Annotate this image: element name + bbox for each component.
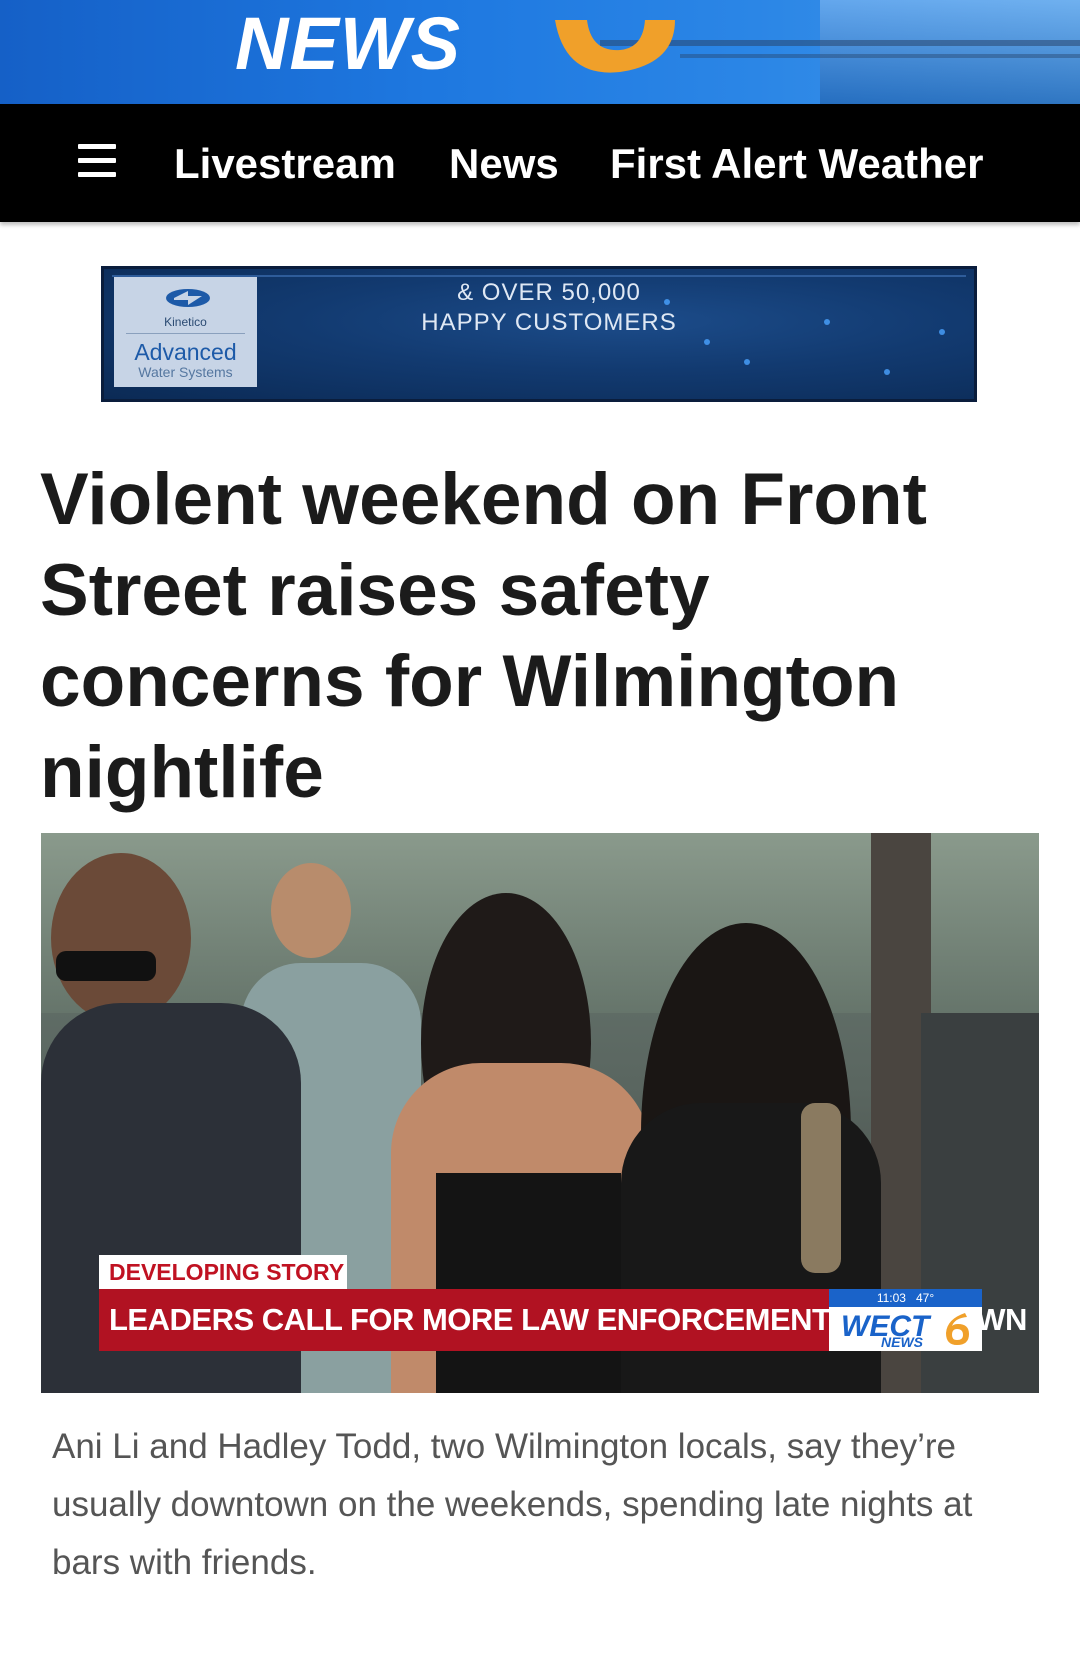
photo-handbag: [801, 1103, 841, 1273]
hamburger-menu-icon[interactable]: [78, 144, 116, 178]
ad-brand-small: Kinetico: [164, 315, 207, 329]
station-bug-news: NEWS: [881, 1334, 923, 1350]
site-logo-text[interactable]: NEWS: [235, 2, 461, 86]
photo-person-dress: [436, 1173, 621, 1393]
article-headline: Violent weekend on Front Street raises s…: [40, 459, 927, 813]
ad-brand-name: Advanced: [134, 339, 237, 365]
site-header-banner: NEWS: [0, 0, 1080, 104]
header-bridge-decoration: [680, 54, 1080, 58]
nav-item-livestream[interactable]: Livestream: [174, 139, 396, 189]
ad-sparkle: [824, 319, 830, 325]
station-bug-time-temp: 11:03 47°: [829, 1289, 982, 1307]
ad-sparkle: [664, 299, 670, 305]
main-navigation: Livestream News First Alert Weather: [0, 104, 1080, 222]
kinetico-logo-icon: [166, 289, 210, 307]
station-bug-time: 11:03: [876, 1291, 906, 1305]
ad-sparkle: [939, 329, 945, 335]
station-bug-temp: 47°: [916, 1291, 935, 1305]
ad-sparkle: [884, 369, 890, 375]
news-ticker-headline: LEADERS CALL FOR MORE LAW ENFORCEMENT DO…: [99, 1289, 1027, 1351]
ad-brand-sub: Water Systems: [138, 364, 233, 380]
advertisement-banner[interactable]: Kinetico Advanced Water Systems & OVER 5…: [101, 266, 977, 402]
developing-story-label: DEVELOPING STORY: [99, 1255, 347, 1289]
ad-sparkle: [704, 339, 710, 345]
photo-person-head: [271, 863, 351, 958]
photo-sunglasses: [56, 951, 156, 981]
ad-brand-divider: [126, 333, 245, 334]
nav-item-first-alert-weather[interactable]: First Alert Weather: [610, 139, 983, 189]
ad-sparkle: [744, 359, 750, 365]
ad-brand-box: Kinetico Advanced Water Systems: [114, 277, 257, 387]
ad-headline-line2: HAPPY CUSTOMERS: [421, 309, 677, 336]
nav-item-news[interactable]: News: [449, 139, 559, 189]
photo-person-head: [51, 853, 191, 1023]
header-skyline-background: [820, 0, 1080, 104]
station-bug: 11:03 47° WECT NEWS: [829, 1289, 982, 1351]
photo-caption: Ani Li and Hadley Todd, two Wilmington l…: [52, 1427, 973, 1582]
station-six-icon: [946, 1313, 969, 1345]
article-photo[interactable]: DEVELOPING STORY LEADERS CALL FOR MORE L…: [41, 833, 1039, 1393]
ad-headline-line1: & OVER 50,000: [457, 279, 641, 306]
site-logo-six-icon[interactable]: [525, 0, 695, 80]
